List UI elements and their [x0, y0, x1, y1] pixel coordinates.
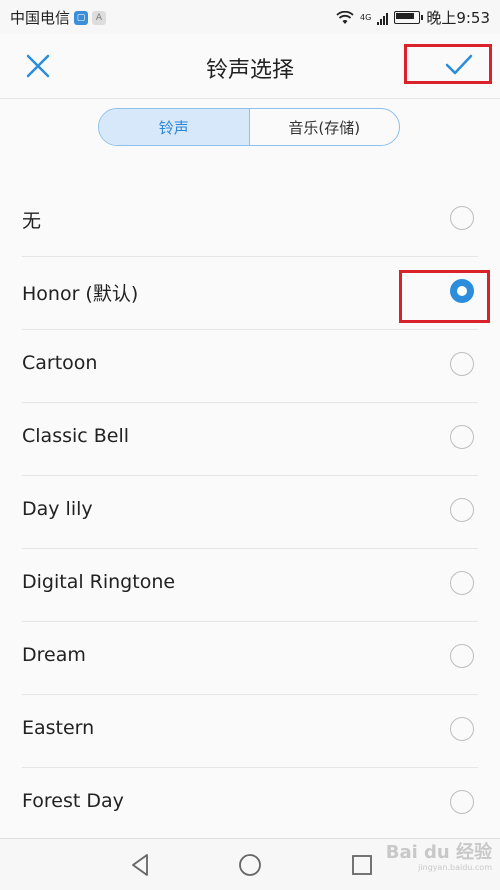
ringtone-label: Day lily [22, 498, 93, 520]
notification-icon: ▢ [74, 10, 89, 25]
ringtone-item[interactable]: Digital Ringtone [22, 549, 478, 622]
ringtone-label: Honor (默认) [22, 283, 139, 305]
ringtone-label: Eastern [22, 717, 95, 739]
home-button[interactable] [237, 852, 263, 878]
watermark-url: jingyan.baidu.com [418, 863, 492, 872]
ringtone-item[interactable]: Cartoon [22, 330, 478, 403]
status-bar: 中国电信 ▢ A 4G 晚上9:53 [0, 0, 500, 34]
tab-ringtones[interactable]: 铃声 [99, 109, 250, 145]
ringtone-label: Cartoon [22, 352, 98, 374]
radio-button[interactable] [450, 425, 474, 449]
radio-button[interactable] [450, 352, 474, 376]
ringtone-item[interactable]: 无 [22, 184, 478, 257]
network-label: 4G [360, 12, 372, 22]
ringtone-label: Dream [22, 644, 86, 666]
radio-button[interactable] [450, 571, 474, 595]
recents-button[interactable] [349, 852, 375, 878]
tab-switcher: 铃声 音乐(存储) [98, 108, 400, 146]
ringtone-item[interactable]: Dream [22, 622, 478, 695]
ringtone-label: Forest Day [22, 790, 124, 812]
watermark-text: Bai du 经验 [385, 842, 492, 863]
radio-button[interactable] [450, 206, 474, 230]
radio-button[interactable] [450, 717, 474, 741]
tab-label: 铃声 [158, 118, 189, 137]
ringtone-item[interactable]: Forest Day [22, 768, 478, 841]
ringtone-item[interactable]: Eastern [22, 695, 478, 768]
back-triangle-icon [132, 854, 148, 876]
radio-button[interactable] [450, 498, 474, 522]
battery-icon [394, 11, 424, 24]
keyboard-icon: A [92, 10, 107, 25]
ringtone-label: Digital Ringtone [22, 571, 176, 593]
back-button[interactable] [128, 852, 154, 878]
app-header: 铃声选择 [0, 34, 500, 99]
tab-label: 音乐(存储) [288, 118, 361, 137]
radio-button[interactable] [450, 644, 474, 668]
ringtone-list: 无 Honor (默认) Cartoon Classic Bell Day li… [0, 184, 500, 841]
ringtone-item[interactable]: Honor (默认) [22, 257, 478, 330]
carrier-label: 中国电信 [10, 9, 71, 27]
tab-music-storage[interactable]: 音乐(存储) [250, 109, 400, 145]
radio-button-selected[interactable] [450, 279, 474, 303]
ringtone-item[interactable]: Classic Bell [22, 403, 478, 476]
ringtone-item[interactable]: Day lily [22, 476, 478, 549]
recents-square-icon [352, 855, 372, 875]
checkmark-icon [445, 54, 473, 75]
radio-button[interactable] [450, 790, 474, 814]
wifi-icon [336, 10, 354, 24]
clock-label: 晚上9:53 [426, 9, 490, 27]
confirm-button[interactable] [404, 44, 492, 84]
ringtone-label: Classic Bell [22, 425, 130, 447]
navigation-bar: Bai du 经验 jingyan.baidu.com [0, 838, 500, 890]
watermark: Bai du 经验 jingyan.baidu.com [386, 843, 492, 873]
ringtone-label: 无 [22, 210, 42, 232]
signal-icon [377, 11, 389, 25]
home-circle-icon [239, 854, 261, 876]
